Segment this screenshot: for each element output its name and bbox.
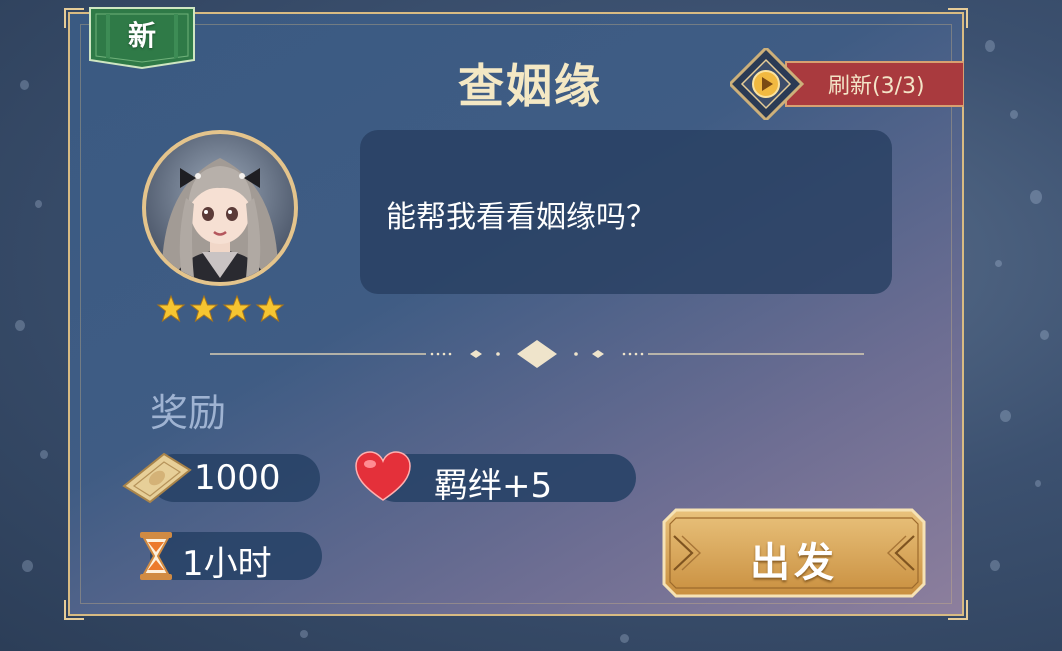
money-note-icon <box>122 452 192 504</box>
depart-button[interactable]: 出发 <box>662 508 926 598</box>
page-title: 查姻缘 <box>458 59 602 113</box>
star-icon <box>222 294 252 323</box>
depart-label: 出发 <box>750 540 838 586</box>
hourglass-icon <box>140 532 172 580</box>
rewards-heading: 奖励 <box>150 391 227 435</box>
star-icon <box>189 294 219 323</box>
star-icon <box>156 294 186 323</box>
ornamental-divider <box>210 340 864 368</box>
dialogue-box: 能帮我看看姻缘吗？ <box>360 130 892 294</box>
new-badge-label: 新 <box>127 19 156 52</box>
corner-ornament <box>64 8 84 28</box>
dialogue-text: 能帮我看看姻缘吗？ <box>386 200 656 235</box>
duration-value: 1小时 <box>182 544 272 584</box>
bond-value: 羁绊+5 <box>434 466 553 506</box>
refresh-button[interactable]: 刷新(3/3) <box>727 45 965 123</box>
corner-ornament <box>948 600 968 620</box>
corner-ornament <box>64 600 84 620</box>
refresh-label: 刷新(3/3) <box>828 74 925 99</box>
money-value: 1000 <box>194 458 281 498</box>
new-badge: 新 <box>88 4 196 70</box>
avatar-portrait <box>142 130 298 286</box>
rarity-stars <box>156 294 285 323</box>
play-icon <box>752 70 780 98</box>
star-icon <box>255 294 285 323</box>
character-avatar[interactable] <box>140 128 300 288</box>
corner-ornament <box>948 8 968 28</box>
heart-icon <box>355 451 411 501</box>
